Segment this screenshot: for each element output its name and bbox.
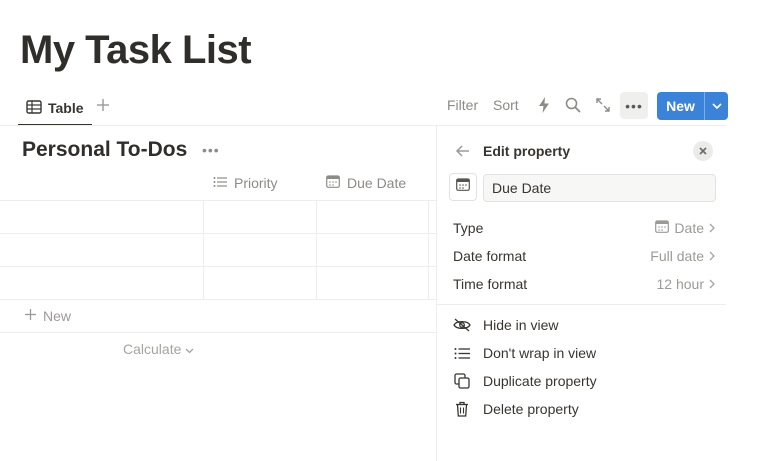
view-divider — [0, 125, 436, 126]
tab-table[interactable]: Table — [18, 92, 92, 126]
calculate-button[interactable]: Calculate — [123, 341, 194, 357]
chevron-right-icon — [709, 248, 715, 264]
hide-in-view-button[interactable]: Hide in view — [453, 314, 558, 336]
calculate-label: Calculate — [123, 341, 182, 357]
new-button[interactable]: New — [657, 92, 728, 120]
chevron-down-icon[interactable] — [705, 103, 728, 109]
delete-property-button[interactable]: Delete property — [453, 398, 579, 420]
dont-wrap-button[interactable]: Don't wrap in view — [453, 342, 596, 364]
calendar-icon — [326, 175, 340, 191]
sort-button[interactable]: Sort — [493, 97, 519, 113]
action-label: Don't wrap in view — [483, 345, 597, 361]
property-icon-button[interactable] — [449, 173, 477, 201]
chevron-down-icon — [185, 341, 194, 357]
tab-table-label: Table — [48, 100, 84, 116]
back-arrow-icon[interactable] — [455, 143, 471, 159]
calendar-icon — [655, 220, 670, 236]
lightning-icon[interactable] — [535, 96, 553, 114]
panel-title: Edit property — [483, 143, 571, 159]
table-row[interactable] — [0, 234, 436, 266]
property-type-row[interactable]: Type Date — [453, 217, 715, 239]
page-title: My Task List — [20, 28, 252, 72]
table-icon — [26, 99, 42, 117]
setting-label: Date format — [453, 248, 527, 264]
close-icon[interactable] — [693, 141, 713, 161]
column-header-due-date[interactable]: Due Date — [326, 175, 406, 191]
table-row[interactable] — [0, 267, 436, 299]
plus-icon[interactable] — [96, 96, 112, 116]
column-header-priority[interactable]: Priority — [213, 175, 278, 191]
database-more-icon[interactable]: ••• — [202, 142, 220, 158]
property-name-input[interactable] — [483, 174, 716, 202]
table-row[interactable] — [0, 201, 436, 233]
time-format-row[interactable]: Time format 12 hour — [453, 273, 715, 295]
new-button-label: New — [666, 98, 695, 114]
eye-off-icon — [453, 316, 471, 334]
chevron-right-icon — [709, 276, 715, 292]
setting-label: Type — [453, 220, 484, 236]
action-label: Duplicate property — [483, 373, 597, 389]
filter-button[interactable]: Filter — [447, 97, 478, 113]
list-icon — [213, 175, 227, 191]
chevron-right-icon — [709, 220, 715, 236]
action-label: Hide in view — [483, 317, 559, 333]
action-label: Delete property — [483, 401, 579, 417]
search-icon[interactable] — [564, 96, 582, 114]
setting-value: 12 hour — [657, 276, 715, 292]
column-header-label: Due Date — [347, 175, 407, 191]
database-title[interactable]: Personal To-Dos — [22, 138, 187, 162]
trash-icon — [453, 400, 471, 418]
plus-icon — [24, 308, 37, 324]
column-header-label: Priority — [234, 175, 278, 191]
row-divider — [0, 332, 436, 333]
setting-label: Time format — [453, 276, 528, 292]
add-row-label: New — [43, 308, 72, 324]
add-row-button[interactable]: New — [24, 308, 71, 324]
duplicate-property-button[interactable]: Duplicate property — [453, 370, 597, 392]
list-icon — [453, 344, 471, 362]
setting-value-text: 12 hour — [656, 276, 704, 292]
panel-divider — [437, 304, 726, 305]
setting-value: Full date — [650, 248, 715, 264]
setting-value-text: Date — [674, 220, 704, 236]
duplicate-icon — [453, 372, 471, 390]
more-icon[interactable]: ••• — [620, 92, 648, 119]
row-divider — [0, 299, 436, 300]
date-format-row[interactable]: Date format Full date — [453, 245, 715, 267]
expand-icon[interactable] — [594, 96, 612, 114]
setting-value: Date — [655, 220, 715, 236]
setting-value-text: Full date — [650, 248, 704, 264]
calendar-icon — [456, 178, 470, 196]
